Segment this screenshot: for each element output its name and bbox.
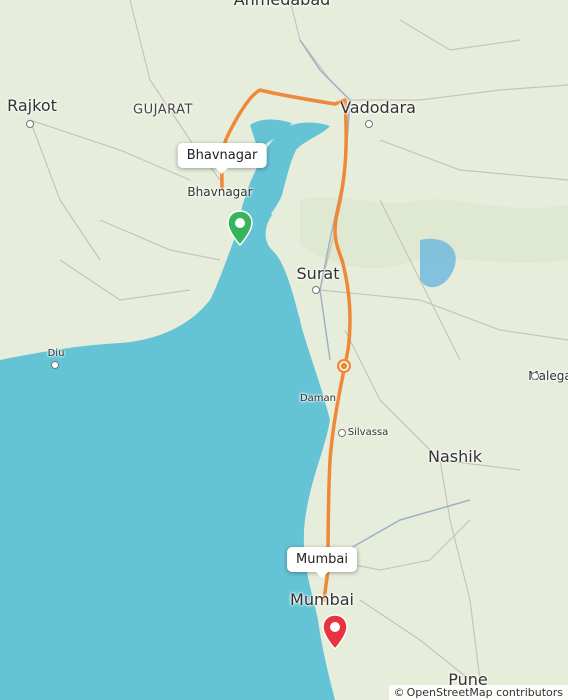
end-callout: Mumbai	[287, 547, 357, 578]
place-label-vadodara: Vadodara	[340, 98, 416, 117]
place-label-diu: Diu	[47, 348, 65, 359]
place-dot-diu	[51, 361, 59, 369]
place-label-silvassa: Silvassa	[347, 427, 389, 438]
place-label-mumbai: Mumbai	[290, 590, 354, 609]
place-dot-vadodara	[365, 120, 373, 128]
attribution-link[interactable]: OpenStreetMap contributors	[407, 686, 563, 699]
start-callout: Bhavnagar	[177, 143, 267, 174]
place-dot-malegaon	[531, 372, 539, 380]
place-dot-silvassa	[338, 429, 346, 437]
map-attribution: © OpenStreetMap contributors	[388, 685, 568, 700]
place-label-surat: Surat	[296, 264, 340, 283]
place-label-ahmedabad: Ahmedabad	[234, 0, 331, 8]
map-pin-icon	[227, 210, 253, 246]
place-label-daman: Daman	[299, 393, 337, 404]
place-label-bhavnagar: Bhavnagar	[187, 185, 253, 199]
arabian-sea	[0, 195, 335, 700]
place-label-rajkot: Rajkot	[7, 96, 57, 115]
place-dot-surat	[312, 286, 320, 294]
map-pin-icon	[322, 614, 348, 650]
place-dot-rajkot	[26, 120, 34, 128]
region-label-gujarat: GUJARAT	[133, 102, 193, 118]
place-label-nashik: Nashik	[428, 447, 482, 466]
map-view[interactable]: Ahmedabad Rajkot GUJARAT Vadodara Bhavna…	[0, 0, 568, 700]
toll-icon	[337, 359, 351, 373]
map-base-layer	[0, 0, 568, 700]
copyright-symbol: ©	[393, 686, 405, 699]
